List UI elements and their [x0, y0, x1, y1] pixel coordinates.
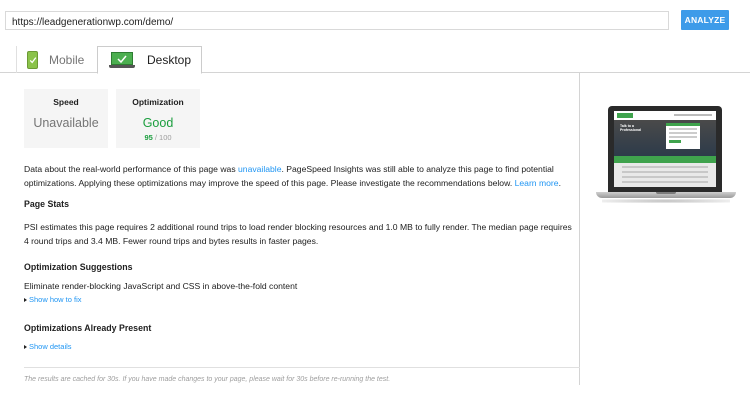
desktop-monitor-icon: [109, 52, 135, 68]
preview-hero-text: Talk to a Professional: [620, 124, 641, 132]
show-how-to-fix-toggle[interactable]: Show how to fix: [24, 295, 82, 304]
url-bar[interactable]: [5, 11, 669, 31]
tab-desktop-label: Desktop: [147, 53, 192, 67]
optimization-score-suffix: / 100: [152, 133, 172, 142]
optimization-score-number: 95: [144, 133, 153, 142]
device-tabs: Mobile Desktop: [0, 46, 750, 74]
desktop-preview-image: Talk to a Professional: [596, 106, 736, 206]
expand-triangle-icon: [24, 297, 27, 302]
cache-note: The results are cached for 30s. If you h…: [24, 376, 391, 383]
show-details-link[interactable]: Show details: [29, 342, 72, 351]
show-details-toggle[interactable]: Show details: [24, 342, 72, 351]
laptop-lid: Talk to a Professional: [608, 106, 722, 192]
optimization-value: Good: [142, 116, 174, 130]
expand-triangle-icon: [24, 344, 27, 349]
mobile-phone-icon: [27, 50, 38, 69]
preview-hero-line2: Professional: [620, 128, 642, 132]
results-panel: Speed Unavailable Optimization Good 95 /…: [0, 73, 580, 385]
page-stats-heading: Page Stats: [24, 199, 69, 209]
tab-mobile[interactable]: Mobile: [16, 46, 96, 73]
analyze-button[interactable]: ANALYZE: [681, 10, 729, 30]
url-input[interactable]: [6, 14, 668, 31]
footer-divider: [24, 367, 580, 368]
laptop-shadow: [602, 199, 730, 203]
laptop-notch: [656, 192, 676, 194]
unavailable-link[interactable]: unavailable: [238, 164, 281, 174]
page-screenshot: Talk to a Professional: [614, 111, 716, 187]
optimization-label: Optimization: [132, 97, 184, 107]
show-how-to-fix-link[interactable]: Show how to fix: [29, 295, 82, 304]
page-stats-text: PSI estimates this page requires 2 addit…: [24, 222, 572, 246]
speed-value: Unavailable: [33, 116, 99, 130]
suggestion-item: Eliminate render-blocking JavaScript and…: [24, 281, 298, 291]
suggestions-heading: Optimization Suggestions: [24, 262, 133, 272]
intro-text-end: .: [558, 178, 561, 188]
speed-label: Speed: [53, 97, 79, 107]
intro-text-before: Data about the real-world performance of…: [24, 164, 239, 174]
optimization-score: 95 / 100: [116, 133, 200, 142]
tab-desktop[interactable]: Desktop: [97, 46, 202, 74]
already-present-heading: Optimizations Already Present: [24, 323, 152, 333]
tab-mobile-label: Mobile: [49, 52, 85, 67]
learn-more-link[interactable]: Learn more: [515, 178, 559, 188]
optimization-score-card: Optimization Good 95 / 100: [116, 89, 200, 148]
speed-score-card: Speed Unavailable: [24, 89, 108, 148]
intro-paragraph: Data about the real-world performance of…: [24, 162, 578, 190]
